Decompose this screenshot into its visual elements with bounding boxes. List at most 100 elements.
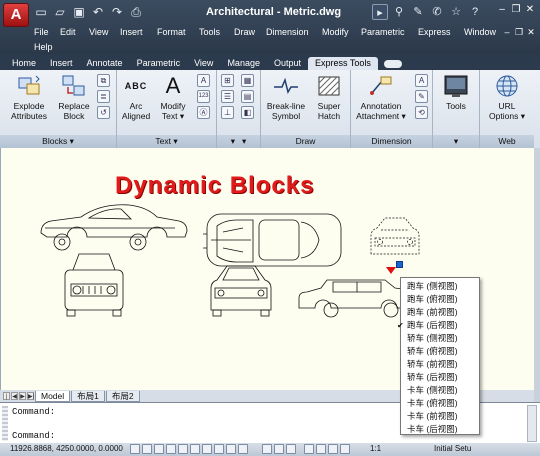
last-layout-icon[interactable]: ▶| [27, 392, 34, 400]
next-layout-icon[interactable]: ▶ [19, 392, 26, 400]
pan-icon[interactable] [304, 444, 314, 454]
auto-number-icon[interactable]: 123 [197, 90, 210, 103]
close-icon[interactable]: ✕ [524, 4, 536, 16]
menu-window[interactable]: Window [464, 27, 496, 37]
tab-parametric[interactable]: Parametric [130, 57, 188, 70]
snap-icon[interactable] [130, 444, 140, 454]
lookup-menu-item[interactable]: 轿车 (前视图) [401, 358, 479, 371]
list-icon[interactable]: ☰ [221, 90, 234, 103]
table-icon[interactable]: ▤ [241, 90, 254, 103]
tab-output[interactable]: Output [267, 57, 308, 70]
menu-tools[interactable]: Tools [199, 27, 220, 37]
block-copy-icon[interactable]: ⧉ [97, 74, 110, 87]
dynamic-block-grip[interactable] [396, 261, 403, 268]
explode-attributes-button[interactable]: Explode Attributes [4, 73, 54, 121]
osnap-icon[interactable] [178, 444, 188, 454]
command-input[interactable]: Command: [12, 431, 55, 441]
undo-icon[interactable]: ↶ [90, 4, 106, 20]
model-space-icon[interactable] [262, 444, 272, 454]
menu-format[interactable]: Format [157, 27, 186, 37]
sedan-front-block[interactable] [210, 265, 272, 317]
tab-home[interactable]: Home [5, 57, 43, 70]
menu-insert[interactable]: Insert [120, 27, 143, 37]
lookup-menu-item[interactable]: ✔ 跑车 (后视图) [397, 319, 479, 332]
block-sync-icon[interactable]: ↺ [97, 106, 110, 119]
ortho-icon[interactable] [154, 444, 164, 454]
communication-icon[interactable]: ✆ [429, 4, 445, 20]
modify-text-button[interactable]: A Modify Text ▾ [155, 73, 191, 121]
panel-blocks-title[interactable]: Blocks ▾ [0, 135, 116, 148]
menu-parametric[interactable]: Parametric [361, 27, 405, 37]
restore-icon[interactable]: ❐ [510, 4, 522, 16]
prev-layout-icon[interactable]: ◀ [11, 392, 18, 400]
dim-edit-icon[interactable]: ✎ [415, 90, 428, 103]
lookup-menu-item[interactable]: 跑车 (前视图) [401, 306, 479, 319]
menu-dimension[interactable]: Dimension [266, 27, 309, 37]
quick-view-layouts-icon[interactable] [274, 444, 284, 454]
doc-close-icon[interactable]: ✕ [526, 27, 536, 37]
grid-icon[interactable]: ▦ [241, 74, 254, 87]
save-icon[interactable]: ▣ [71, 4, 87, 20]
dim-reset-icon[interactable]: ⟲ [415, 106, 428, 119]
lineweight-icon[interactable] [226, 444, 236, 454]
menu-modify[interactable]: Modify [322, 27, 349, 37]
selected-sports-car-rear-block[interactable] [370, 217, 420, 255]
lookup-menu-item[interactable]: 卡车 (俯视图) [401, 397, 479, 410]
enclose-text-icon[interactable]: Ⓐ [197, 106, 210, 119]
search-expand-icon[interactable]: ▸ [372, 4, 388, 20]
ribbon-minimize-toggle[interactable] [383, 60, 402, 68]
application-menu-button[interactable]: A [3, 3, 29, 27]
lookup-menu-item[interactable]: 跑车 (俯视图) [401, 293, 479, 306]
menu-file[interactable]: File [34, 27, 49, 37]
ducs-icon[interactable] [202, 444, 212, 454]
measure-icon[interactable]: ⊥ [221, 106, 234, 119]
sports-car-side-block[interactable] [40, 204, 188, 251]
tab-layout2[interactable]: 布局2 [105, 390, 140, 402]
tab-view[interactable]: View [187, 57, 220, 70]
menu-express[interactable]: Express [418, 27, 451, 37]
minimize-icon[interactable]: – [496, 4, 508, 16]
sedan-side-block[interactable] [298, 279, 416, 318]
super-hatch-button[interactable]: Super Hatch [311, 73, 347, 121]
tab-express-tools[interactable]: Express Tools [308, 57, 378, 70]
panel-misc-title[interactable]: ▾ ▾ [217, 135, 260, 148]
qp-icon[interactable] [238, 444, 248, 454]
open-icon[interactable]: ▱ [52, 4, 68, 20]
arc-aligned-button[interactable]: ABC Arc Aligned [119, 73, 153, 121]
tab-manage[interactable]: Manage [220, 57, 267, 70]
tab-insert[interactable]: Insert [43, 57, 80, 70]
layout-icon[interactable]: ⊞ [221, 74, 234, 87]
workspace-switch[interactable]: Initial Setu [434, 444, 471, 453]
block-list-icon[interactable]: ≣ [97, 90, 110, 103]
favorites-icon[interactable]: ☆ [448, 4, 464, 20]
plot-icon[interactable]: ⎙ [128, 4, 144, 20]
lookup-menu-item[interactable]: 跑车 (侧视图) [401, 280, 479, 293]
help-icon[interactable]: ? [467, 4, 483, 20]
command-scrollbar[interactable] [527, 405, 537, 442]
tab-model[interactable]: Model [35, 390, 71, 402]
dyn-icon[interactable] [214, 444, 224, 454]
text-fit-icon[interactable]: A [197, 74, 210, 87]
grid-display-icon[interactable] [142, 444, 152, 454]
replace-block-button[interactable]: Replace Block [54, 73, 94, 121]
first-layout-icon[interactable]: |◀ [3, 392, 10, 408]
lookup-menu-item[interactable]: 卡车 (前视图) [401, 410, 479, 423]
steering-wheel-icon[interactable] [328, 444, 338, 454]
break-line-symbol-button[interactable]: Break-line Symbol [263, 73, 309, 121]
lookup-grip-icon[interactable] [386, 267, 396, 274]
doc-restore-icon[interactable]: ❐ [514, 27, 524, 37]
tools-button[interactable]: Tools [437, 73, 475, 111]
annotation-attachment-button[interactable]: Annotation Attachment ▾ [353, 73, 409, 121]
panel-text-title[interactable]: Text ▾ [117, 135, 216, 148]
lookup-menu-item[interactable]: 轿车 (侧视图) [401, 332, 479, 345]
command-window-grip[interactable] [2, 406, 8, 441]
redo-icon[interactable]: ↷ [109, 4, 125, 20]
menu-view[interactable]: View [89, 27, 108, 37]
showmotion-icon[interactable] [340, 444, 350, 454]
doc-minimize-icon[interactable]: – [502, 27, 512, 37]
zoom-icon[interactable] [316, 444, 326, 454]
lookup-menu-item[interactable]: 轿车 (后视图) [401, 371, 479, 384]
shade-icon[interactable]: ◧ [241, 106, 254, 119]
lookup-menu-item[interactable]: 轿车 (俯视图) [401, 345, 479, 358]
new-icon[interactable]: ▭ [33, 4, 49, 20]
